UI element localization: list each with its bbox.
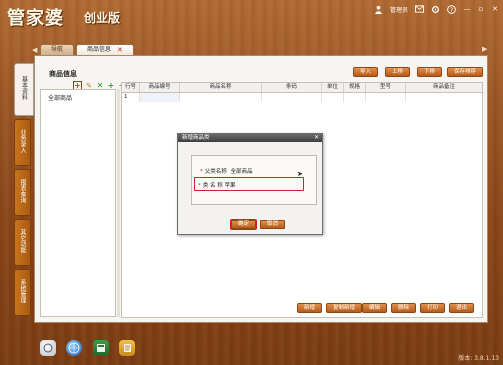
tab-scroll-left-icon[interactable]: ◀ — [32, 45, 40, 55]
browser-icon[interactable] — [66, 340, 82, 356]
save-sort-button[interactable]: 保存排序 — [447, 67, 484, 77]
column-header[interactable]: 规格 — [344, 83, 366, 92]
tab-scroll-right-icon[interactable]: ▶ — [482, 45, 487, 53]
app-edition: 创业版 — [84, 11, 121, 25]
dialog-title-bar[interactable]: 新增商品类 ✕ — [178, 134, 322, 142]
taskbar: 版本: 3.8.1.13 — [0, 328, 503, 365]
cancel-button[interactable]: 取消 — [260, 220, 286, 229]
tab-label: 商品信息 — [87, 46, 112, 53]
minimize-icon[interactable]: — — [463, 5, 471, 14]
exit-button[interactable]: 退出 — [449, 303, 475, 313]
parent-category-field: * 父类名称 全部商品 — [200, 167, 253, 175]
table-cell: 1 — [122, 93, 140, 102]
column-header[interactable]: 商品名称 — [180, 83, 262, 92]
top-right-tools: 管理员 ? — ▫ ✕ — [374, 3, 499, 15]
tab-product-info[interactable]: 商品信息 ✕ — [76, 44, 134, 55]
copy-add-button[interactable]: 复制新增 — [326, 303, 363, 313]
settings-icon[interactable] — [431, 5, 440, 14]
table-row[interactable]: 1 — [122, 93, 482, 102]
column-header[interactable]: 商品编号 — [140, 83, 180, 92]
delete-button[interactable]: 删除 — [391, 303, 417, 313]
print-button[interactable]: 打印 — [420, 303, 446, 313]
panel-splitter[interactable] — [117, 89, 120, 317]
category-name-field: * 类 名 称 — [194, 177, 304, 191]
version-label: 版本: 3.8.1.13 — [458, 355, 499, 362]
dialog-form: * 父类名称 全部商品 * 类 名 称 — [191, 155, 317, 205]
side-menu-label: 其它功能 — [19, 229, 26, 253]
category-tree[interactable]: 全部商品 — [40, 89, 116, 317]
dialog-buttons: 确定 取消 — [229, 219, 286, 230]
ok-button[interactable]: 确定 — [229, 219, 258, 230]
window-controls: — ▫ ✕ — [463, 5, 499, 14]
side-menu-system-admin[interactable]: 系统管理 — [14, 269, 31, 316]
user-icon[interactable] — [374, 5, 383, 14]
title-bar: 管家婆 创业版 管理员 ? — ▫ ✕ — [0, 0, 503, 36]
table-cell[interactable] — [344, 93, 366, 102]
required-star-icon: * — [200, 169, 203, 175]
new-category-dialog: 新增商品类 ✕ *父类名称 全部商品 *类 名 称 确定 取消 — [177, 133, 323, 235]
start-icon[interactable] — [40, 340, 56, 356]
move-down-button[interactable]: 下移 — [417, 67, 443, 77]
side-menu: 基本资料 业务录入 报表查询 其它功能 系统管理 — [14, 63, 34, 319]
calculator-icon[interactable] — [93, 340, 109, 356]
table-cell[interactable] — [366, 93, 406, 102]
side-menu-business-entry[interactable]: 业务录入 — [14, 119, 31, 166]
parent-category-label: 父类名称 — [204, 169, 227, 175]
dialog-close-icon[interactable]: ✕ — [314, 134, 319, 142]
parent-category-value: 全部商品 — [230, 169, 253, 175]
side-menu-label: 基本资料 — [20, 76, 28, 100]
move-up-button[interactable]: 上移 — [385, 67, 411, 77]
column-header[interactable]: 行号 — [122, 83, 140, 92]
side-menu-label: 业务录入 — [19, 129, 26, 153]
maximize-icon[interactable]: ▫ — [477, 5, 485, 14]
tab-label: 导航 — [51, 46, 64, 53]
table-cell[interactable] — [262, 93, 322, 102]
side-menu-label: 系统管理 — [19, 279, 26, 303]
close-tab-icon[interactable]: ✕ — [117, 45, 123, 55]
svg-text:?: ? — [450, 6, 453, 13]
edit-button[interactable]: 编辑 — [362, 303, 388, 313]
column-header[interactable]: 单位 — [322, 83, 344, 92]
category-name-input[interactable] — [224, 182, 265, 188]
close-icon[interactable]: ✕ — [491, 5, 499, 14]
panel-title: 商品信息 — [49, 70, 77, 78]
column-header[interactable]: 型号 — [366, 83, 406, 92]
table-cell[interactable] — [406, 93, 482, 102]
table-header: 行号 商品编号 商品名称 条码 单位 规格 型号 商品备注 — [122, 83, 482, 93]
help-icon[interactable]: ? — [447, 4, 456, 14]
table-cell[interactable] — [140, 93, 180, 102]
notepad-icon[interactable] — [119, 340, 135, 356]
mail-icon[interactable] — [415, 5, 424, 14]
mouse-cursor-icon: ➤ — [297, 170, 303, 178]
side-menu-other-functions[interactable]: 其它功能 — [14, 219, 31, 266]
side-menu-basic-data[interactable]: 基本资料 — [14, 63, 34, 116]
category-name-label: 类 名 称 — [202, 183, 223, 189]
side-menu-label: 报表查询 — [19, 179, 26, 203]
column-header[interactable]: 商品备注 — [406, 83, 482, 92]
side-menu-report-query[interactable]: 报表查询 — [14, 169, 31, 216]
tree-node-all-products[interactable]: 全部商品 — [48, 93, 72, 102]
app-logo-title: 管家婆 — [7, 8, 64, 29]
table-cell[interactable] — [180, 93, 262, 102]
add-button[interactable]: 新增 — [297, 303, 323, 313]
current-user[interactable]: 管理员 — [390, 5, 408, 14]
import-button[interactable]: 导入 — [353, 67, 379, 77]
tab-navigation[interactable]: 导航 — [40, 44, 75, 55]
dialog-title: 新增商品类 — [182, 135, 210, 141]
table-cell[interactable] — [322, 93, 344, 102]
tab-strip: ◀ 导航 商品信息 ✕ — [32, 43, 136, 55]
required-star-icon: * — [198, 183, 201, 189]
column-header[interactable]: 条码 — [262, 83, 322, 92]
